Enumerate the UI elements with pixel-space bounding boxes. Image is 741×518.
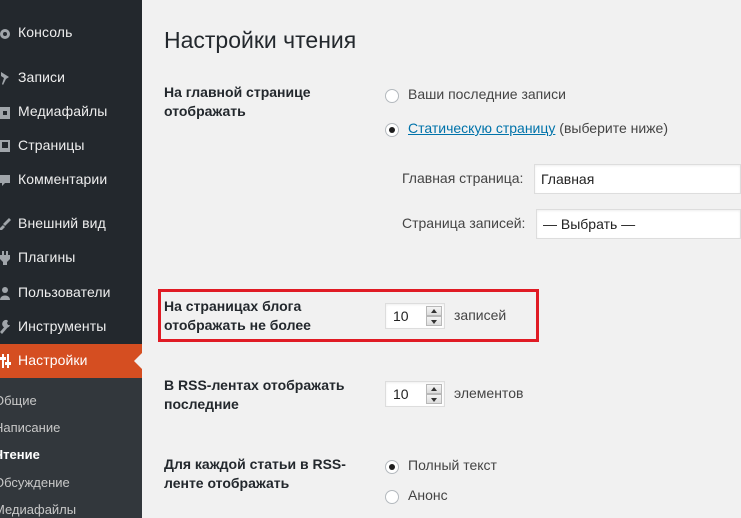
comment-icon <box>0 175 10 186</box>
submenu-item-label: Написание <box>0 420 61 435</box>
increment-arrow-icon[interactable] <box>426 384 442 394</box>
menu-item-pages[interactable]: Страницы <box>0 129 142 163</box>
brush-icon <box>0 218 11 230</box>
menu-item-appearance[interactable]: Внешний вид <box>0 207 142 241</box>
menu-item-label: Настройки <box>18 352 88 368</box>
page-icon <box>0 140 10 152</box>
wrench-icon <box>0 319 10 334</box>
static-page-option: Статическую страницу (выберите ниже) <box>408 120 668 136</box>
settings-content: Настройки чтения На главной странице ото… <box>142 0 741 518</box>
menu-item-users[interactable]: Пользователи <box>0 276 142 310</box>
settings-submenu: Общие Написание Чтение Обсуждение Медиаф… <box>0 378 142 518</box>
menu-item-label: Консоль <box>18 24 73 40</box>
pin-icon <box>1 72 9 85</box>
rss-posts-spinner <box>426 384 442 404</box>
static-page-radio[interactable] <box>385 123 399 137</box>
rss-content-label: Для каждой статьи в RSS-ленте отображать <box>164 456 346 491</box>
plug-icon <box>0 251 10 265</box>
menu-item-posts[interactable]: Записи <box>0 61 142 95</box>
submenu-item-general[interactable]: Общие <box>0 387 142 413</box>
settings-icon <box>0 354 11 368</box>
admin-sidebar: Консоль Записи Медиафайлы Страницы Комме… <box>0 0 142 518</box>
menu-item-label: Плагины <box>18 249 76 265</box>
front-page-display-label: На главной странице отображать <box>164 84 311 119</box>
front-page-select[interactable]: Главная <box>534 164 741 194</box>
posts-page-select[interactable]: — Выбрать — <box>536 209 741 239</box>
menu-item-media[interactable]: Медиафайлы <box>0 95 142 129</box>
decrement-arrow-icon[interactable] <box>426 394 442 404</box>
full-text-option-label: Полный текст <box>408 457 497 473</box>
latest-posts-option-label: Ваши последние записи <box>408 86 566 102</box>
menu-item-plugins[interactable]: Плагины <box>0 241 142 275</box>
gauge-icon <box>0 29 10 39</box>
submenu-item-label: Чтение <box>0 447 40 462</box>
menu-item-label: Комментарии <box>18 171 108 187</box>
submenu-item-label: Медиафайлы <box>0 502 77 517</box>
menu-item-label: Записи <box>18 69 66 85</box>
menu-item-label: Внешний вид <box>18 215 106 231</box>
posts-page-select-label: Страница записей: <box>402 215 526 231</box>
latest-posts-radio[interactable] <box>385 89 399 103</box>
highlight-box <box>158 289 539 342</box>
submenu-item-media[interactable]: Медиафайлы <box>0 496 142 518</box>
page-title: Настройки чтения <box>164 27 357 53</box>
rss-posts-unit: элементов <box>454 385 524 401</box>
static-page-link[interactable]: Статическую страницу <box>408 120 555 136</box>
rss-posts-input[interactable]: 10 <box>385 381 445 407</box>
media-icon <box>0 107 10 119</box>
submenu-item-label: Обсуждение <box>0 475 70 490</box>
submenu-item-discussion[interactable]: Обсуждение <box>0 469 142 495</box>
menu-item-comments[interactable]: Комментарии <box>0 163 142 197</box>
front-page-select-label: Главная страница: <box>402 170 524 186</box>
static-page-option-hint: (выберите ниже) <box>559 120 668 136</box>
menu-item-label: Страницы <box>18 137 85 153</box>
submenu-item-label: Общие <box>0 393 37 408</box>
menu-item-label: Инструменты <box>18 318 107 334</box>
submenu-item-writing[interactable]: Написание <box>0 414 142 440</box>
user-icon <box>0 287 10 300</box>
rss-posts-value: 10 <box>393 386 409 402</box>
submenu-item-reading[interactable]: Чтение <box>0 441 142 467</box>
menu-item-label: Медиафайлы <box>18 103 108 119</box>
summary-option-label: Анонс <box>408 487 448 503</box>
menu-item-label: Пользователи <box>18 284 111 300</box>
menu-item-dashboard[interactable]: Консоль <box>0 16 142 50</box>
full-text-radio[interactable] <box>385 460 399 474</box>
rss-posts-label: В RSS-лентах отображать последние <box>164 377 345 412</box>
menu-item-tools[interactable]: Инструменты <box>0 310 142 344</box>
front-page-select-value: Главная <box>541 171 595 187</box>
menu-item-settings[interactable]: Настройки <box>0 344 142 378</box>
posts-page-select-value: — Выбрать — <box>543 216 636 232</box>
summary-radio[interactable] <box>385 490 399 504</box>
